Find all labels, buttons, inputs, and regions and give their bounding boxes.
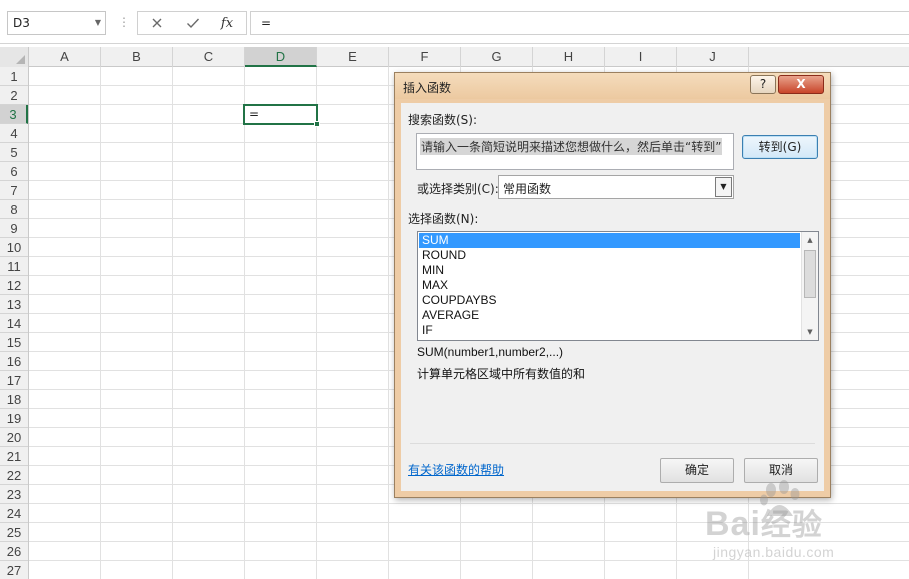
row-header[interactable]: 18	[0, 390, 28, 409]
category-select[interactable]: 常用函数 ▼	[498, 175, 734, 199]
search-input-text: 请输入一条简短说明来描述您想做什么，然后单击“转到”	[420, 138, 723, 155]
divider	[410, 443, 815, 444]
column-header[interactable]: J	[677, 47, 749, 67]
fx-icon: fx	[220, 15, 234, 31]
row-header[interactable]: 1	[0, 67, 28, 86]
category-value: 常用函数	[503, 182, 552, 196]
select-all-triangle-icon	[16, 55, 25, 64]
active-cell-d3[interactable]: =	[243, 104, 318, 125]
chevron-down-icon[interactable]: ▼	[715, 177, 732, 197]
formula-bar: D3 ▼ ⋮ fx =	[0, 0, 909, 44]
column-headers: A B C D E F G H I J	[0, 47, 909, 67]
column-header[interactable]: H	[533, 47, 605, 67]
column-header-empty[interactable]	[749, 47, 909, 67]
row-header[interactable]: 9	[0, 219, 28, 238]
scroll-thumb[interactable]	[804, 250, 816, 298]
list-scrollbar[interactable]: ▲ ▼	[801, 232, 818, 340]
insert-function-button[interactable]: fx	[210, 12, 244, 34]
name-box-value: D3	[13, 16, 30, 30]
row-header[interactable]: 5	[0, 143, 28, 162]
row-header[interactable]: 23	[0, 485, 28, 504]
name-box[interactable]: D3 ▼	[7, 11, 106, 35]
watermark-brand: Bai经验	[705, 500, 823, 544]
watermark-brand-suffix: 经验	[760, 509, 823, 542]
list-item[interactable]: IF	[419, 323, 800, 338]
watermark-url: jingyan.baidu.com	[713, 544, 835, 560]
chevron-down-icon[interactable]: ▼	[95, 16, 101, 30]
row-header[interactable]: 6	[0, 162, 28, 181]
column-header[interactable]: C	[173, 47, 245, 67]
row-header[interactable]: 8	[0, 200, 28, 219]
column-header[interactable]: F	[389, 47, 461, 67]
dialog-titlebar[interactable]: 插入函数 ? X	[395, 73, 830, 99]
cancel-button[interactable]	[140, 12, 174, 34]
function-help-link[interactable]: 有关该函数的帮助	[408, 461, 504, 478]
row-header[interactable]: 19	[0, 409, 28, 428]
help-button[interactable]: ?	[750, 75, 776, 94]
dialog-title: 插入函数	[403, 81, 452, 95]
category-label: 或选择类别(C):	[417, 182, 499, 196]
row-header[interactable]: 17	[0, 371, 28, 390]
formula-value: =	[261, 16, 272, 30]
close-button[interactable]: X	[778, 75, 824, 94]
list-item[interactable]: AVERAGE	[419, 308, 800, 323]
checkmark-icon	[187, 18, 200, 29]
row-header[interactable]: 12	[0, 276, 28, 295]
row-header[interactable]: 15	[0, 333, 28, 352]
list-item[interactable]: MIN	[419, 263, 800, 278]
list-item[interactable]: COUPDAYBS	[419, 293, 800, 308]
search-input[interactable]: 请输入一条简短说明来描述您想做什么，然后单击“转到”	[416, 133, 734, 170]
list-item[interactable]: ROUND	[419, 248, 800, 263]
row-header[interactable]: 21	[0, 447, 28, 466]
row-header[interactable]: 27	[0, 561, 28, 579]
column-header[interactable]: A	[29, 47, 101, 67]
go-button[interactable]: 转到(G)	[742, 135, 818, 159]
list-item-selected[interactable]: SUM	[419, 233, 800, 248]
function-description: 计算单元格区域中所有数值的和	[417, 367, 586, 381]
row-header[interactable]: 13	[0, 295, 28, 314]
row-headers: 1 2 3 4 5 6 7 8 9 10 11 12 13 14 15 16 1…	[0, 67, 29, 579]
row-header[interactable]: 7	[0, 181, 28, 200]
column-header-selected[interactable]: D	[245, 47, 317, 67]
select-all-corner[interactable]	[0, 47, 29, 67]
watermark-brand-text: Bai	[705, 505, 761, 543]
row-header[interactable]: 4	[0, 124, 28, 143]
column-header[interactable]: B	[101, 47, 173, 67]
column-header[interactable]: I	[605, 47, 677, 67]
formula-buttons: fx	[137, 11, 247, 35]
row-header[interactable]: 16	[0, 352, 28, 371]
row-header[interactable]: 2	[0, 86, 28, 105]
insert-function-dialog: 插入函数 ? X 搜索函数(S): 请输入一条简短说明来描述您想做什么，然后单击…	[394, 72, 831, 498]
scroll-up-arrow-icon[interactable]: ▲	[802, 232, 818, 248]
row-header[interactable]: 11	[0, 257, 28, 276]
column-header[interactable]: G	[461, 47, 533, 67]
baidu-jingyan-watermark: Bai经验 jingyan.baidu.com	[705, 480, 905, 576]
search-label: 搜索函数(S):	[408, 113, 478, 127]
cancel-x-icon	[152, 18, 162, 28]
function-list[interactable]: SUM ROUND MIN MAX COUPDAYBS AVERAGE IF ▲…	[417, 231, 819, 341]
row-header[interactable]: 20	[0, 428, 28, 447]
drag-handle-icon[interactable]: ⋮	[118, 13, 130, 31]
formula-input[interactable]: =	[250, 11, 909, 35]
row-header-selected[interactable]: 3	[0, 105, 28, 124]
list-item[interactable]: MAX	[419, 278, 800, 293]
row-header[interactable]: 24	[0, 504, 28, 523]
row-header[interactable]: 14	[0, 314, 28, 333]
functions-label: 选择函数(N):	[408, 212, 479, 226]
enter-button[interactable]	[176, 12, 210, 34]
row-header[interactable]: 26	[0, 542, 28, 561]
scroll-down-arrow-icon[interactable]: ▼	[802, 324, 818, 340]
row-header[interactable]: 25	[0, 523, 28, 542]
function-syntax: SUM(number1,number2,...)	[417, 345, 564, 359]
row-header[interactable]: 22	[0, 466, 28, 485]
active-cell-value: =	[249, 107, 260, 121]
dialog-body: 搜索函数(S): 请输入一条简短说明来描述您想做什么，然后单击“转到” 转到(G…	[401, 103, 824, 491]
row-header[interactable]: 10	[0, 238, 28, 257]
column-header[interactable]: E	[317, 47, 389, 67]
fill-handle[interactable]	[314, 121, 320, 127]
